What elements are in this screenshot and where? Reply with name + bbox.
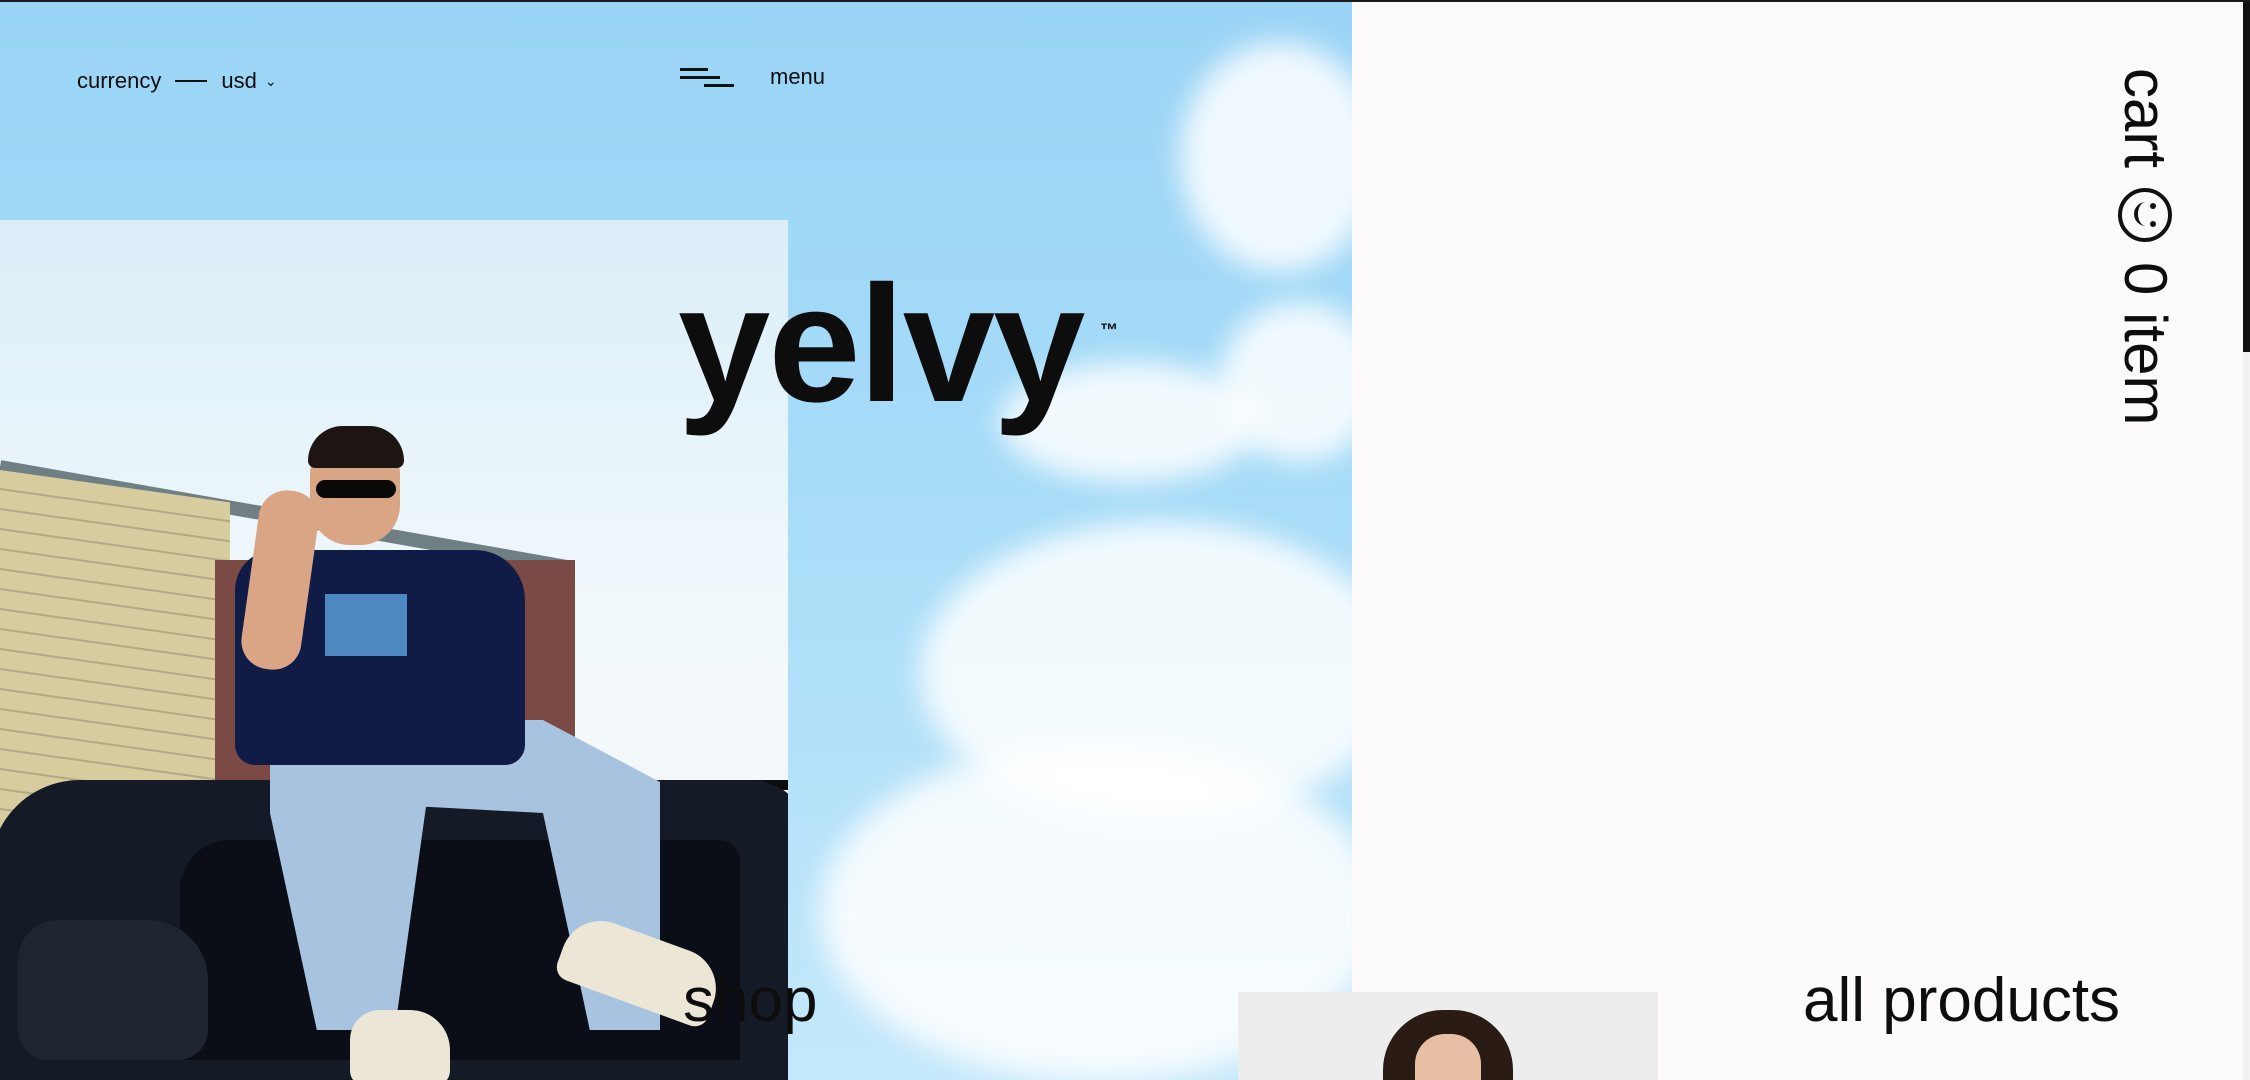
menu-button[interactable]: menu xyxy=(680,64,825,90)
currency-separator xyxy=(175,80,208,82)
cart-button[interactable]: cart 0 item xyxy=(2111,68,2180,425)
hero-photo[interactable] xyxy=(0,220,788,1080)
brand-logo[interactable]: yelvy xyxy=(678,262,1085,428)
trademark-symbol: ™ xyxy=(1100,320,1118,340)
smiley-icon xyxy=(2118,188,2173,243)
all-products-link[interactable]: all products xyxy=(1803,970,2120,1032)
chevron-down-icon: ⌄ xyxy=(264,72,277,89)
cart-label: cart xyxy=(2112,68,2179,169)
currency-value: usd xyxy=(221,68,257,93)
currency-label: currency xyxy=(77,68,162,93)
product-card-image[interactable] xyxy=(1238,992,1658,1080)
scrollbar-thumb[interactable] xyxy=(2243,2,2250,352)
menu-lines-icon xyxy=(680,65,734,89)
cart-count: 0 item xyxy=(2112,262,2179,426)
menu-label: menu xyxy=(770,64,826,89)
currency-selector[interactable]: currency usd ⌄ xyxy=(77,68,277,94)
shop-link[interactable]: shop xyxy=(683,970,817,1032)
